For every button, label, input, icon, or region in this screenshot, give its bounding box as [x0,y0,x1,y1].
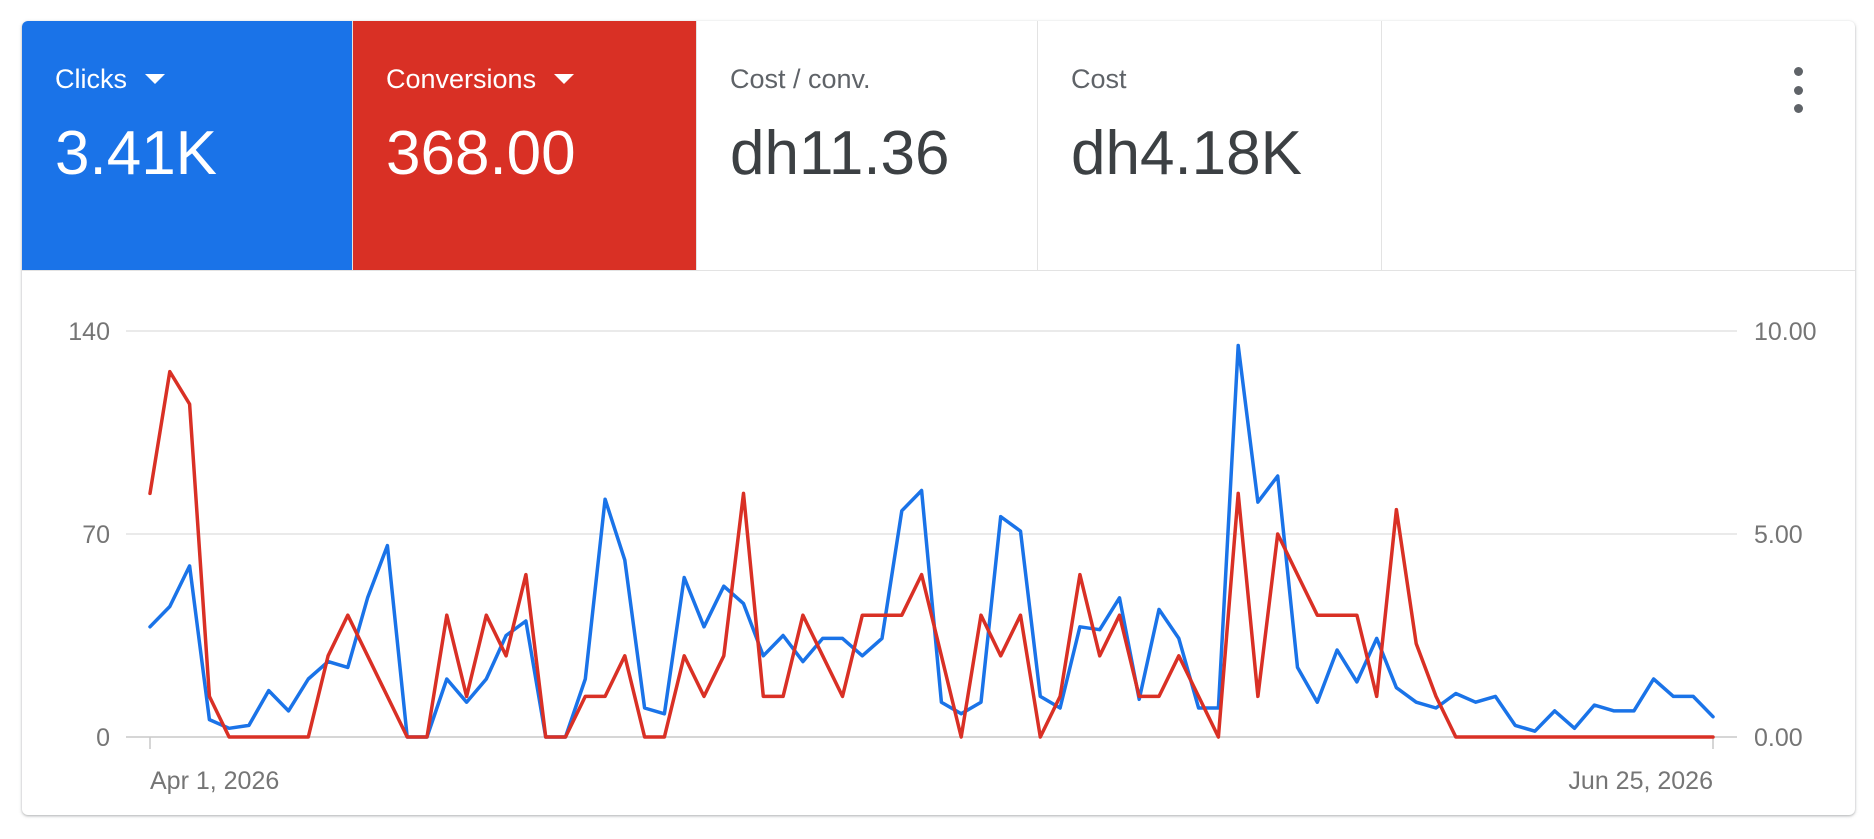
scorecard-conversions[interactable]: Conversions 368.00 [353,21,697,270]
scorecard-clicks-value: 3.41K [55,119,218,188]
series-line-clicks [148,343,1715,739]
y-left-tick-label: 140 [68,318,110,346]
performance-overview-card: Clicks 3.41K Conversions 368.00 Cost / c… [22,21,1855,815]
y-right-tick-label: 0.00 [1754,724,1803,752]
y-right-tick-label: 5.00 [1754,521,1803,549]
scorecard-conversions-label-text: Conversions [386,64,537,94]
scorecard-cost-per-conv-value: dh11.36 [730,119,950,188]
scorecard-row: Clicks 3.41K Conversions 368.00 Cost / c… [22,21,1855,271]
x-tick-label: Jun 25, 2026 [1568,767,1713,795]
scorecard-clicks-label-text: Clicks [55,64,127,94]
scorecard-cost-per-conv-label: Cost / conv. [730,64,871,94]
caret-down-icon[interactable] [554,74,575,84]
performance-line-chart: 0 70 140 0.00 5.00 10.00 Apr 1, 2026 Jun 25, 20… [68,318,1817,795]
scorecard-conversions-value: 368.00 [386,119,576,188]
scorecard-cost[interactable]: Cost dh4.18K [1038,21,1382,270]
scorecard-cost-label: Cost [1071,64,1127,94]
scorecard-cost-per-conv[interactable]: Cost / conv. dh11.36 [697,21,1038,270]
y-right-tick-label: 10.00 [1754,318,1817,346]
caret-down-icon[interactable] [145,74,165,84]
y-left-tick-label: 70 [82,521,110,549]
y-left-tick-label: 0 [96,724,110,752]
scorecard-cost-value: dh4.18K [1071,119,1302,188]
scorecard-clicks[interactable]: Clicks 3.41K [22,21,353,270]
scorecard-clicks-label: Clicks [55,63,165,95]
scorecard-conversions-label: Conversions [386,63,575,95]
x-tick-label: Apr 1, 2026 [150,767,279,795]
scorecard-empty-slot [1382,21,1855,270]
more-vert-icon[interactable] [1783,67,1813,113]
